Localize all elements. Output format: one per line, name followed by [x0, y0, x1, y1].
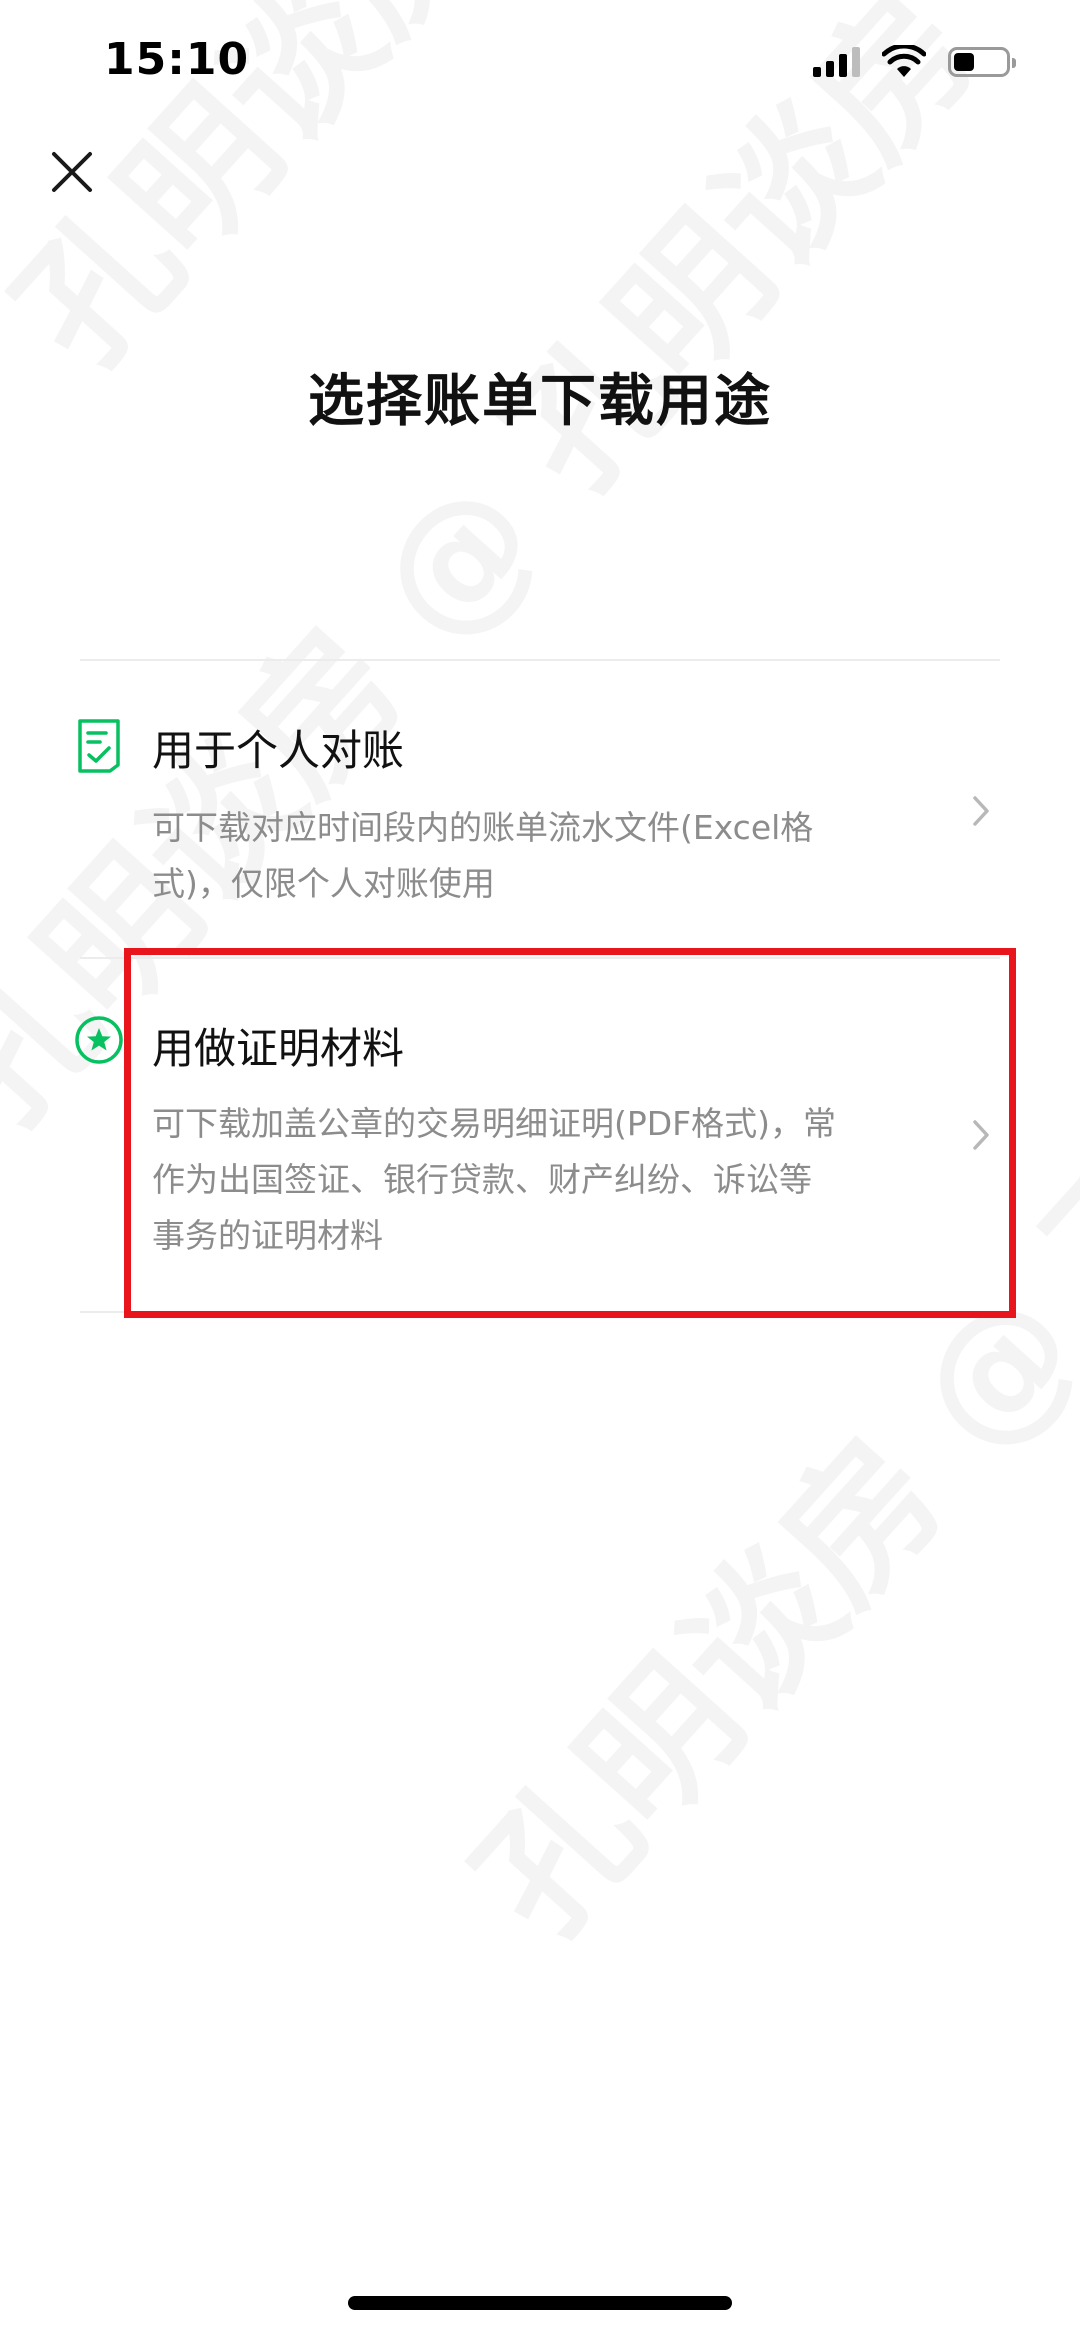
divider: [80, 1311, 1000, 1313]
option-description-line: 可下载对应时间段内的账单流水文件(Excel格: [152, 808, 814, 847]
screen: 孔明谈房 @ 孔明谈房 孔明谈房 @ 孔明谈房 孔明谈房 @ 孔明谈房 15:1…: [0, 0, 1080, 2336]
option-title: 用于个人对账: [152, 726, 405, 775]
battery-icon: [948, 47, 1016, 77]
chevron-right-icon: [973, 796, 989, 826]
document-check-icon: [78, 719, 120, 773]
option-description: 可下载加盖公章的交易明细证明(PDF格式)，常 作为出国签证、银行贷款、财产纠纷…: [152, 1096, 912, 1264]
page-title: 选择账单下载用途: [308, 369, 772, 434]
option-description-line: 事务的证明材料: [152, 1216, 383, 1255]
status-bar: 15:10: [0, 0, 1080, 120]
option-personal-reconciliation[interactable]: 用于个人对账 可下载对应时间段内的账单流水文件(Excel格 式)，仅限个人对账…: [0, 661, 1080, 957]
close-button[interactable]: [42, 142, 102, 202]
status-icons: [813, 42, 1016, 82]
option-description: 可下载对应时间段内的账单流水文件(Excel格 式)，仅限个人对账使用: [152, 800, 912, 912]
option-description-line: 可下载加盖公章的交易明细证明(PDF格式)，常: [152, 1104, 837, 1143]
status-time: 15:10: [104, 34, 250, 85]
option-description-line: 作为出国签证、银行贷款、财产纠纷、诉讼等: [152, 1160, 812, 1199]
option-description-line: 式)，仅限个人对账使用: [152, 864, 495, 903]
option-proof-material[interactable]: 用做证明材料 可下载加盖公章的交易明细证明(PDF格式)，常 作为出国签证、银行…: [0, 959, 1080, 1311]
wifi-icon: [882, 45, 926, 77]
home-indicator[interactable]: [348, 2296, 732, 2310]
chevron-right-icon: [973, 1120, 989, 1150]
star-badge-icon: [75, 1016, 123, 1064]
option-title: 用做证明材料: [152, 1024, 405, 1073]
close-icon: [52, 152, 92, 192]
cellular-signal-icon: [813, 47, 860, 77]
